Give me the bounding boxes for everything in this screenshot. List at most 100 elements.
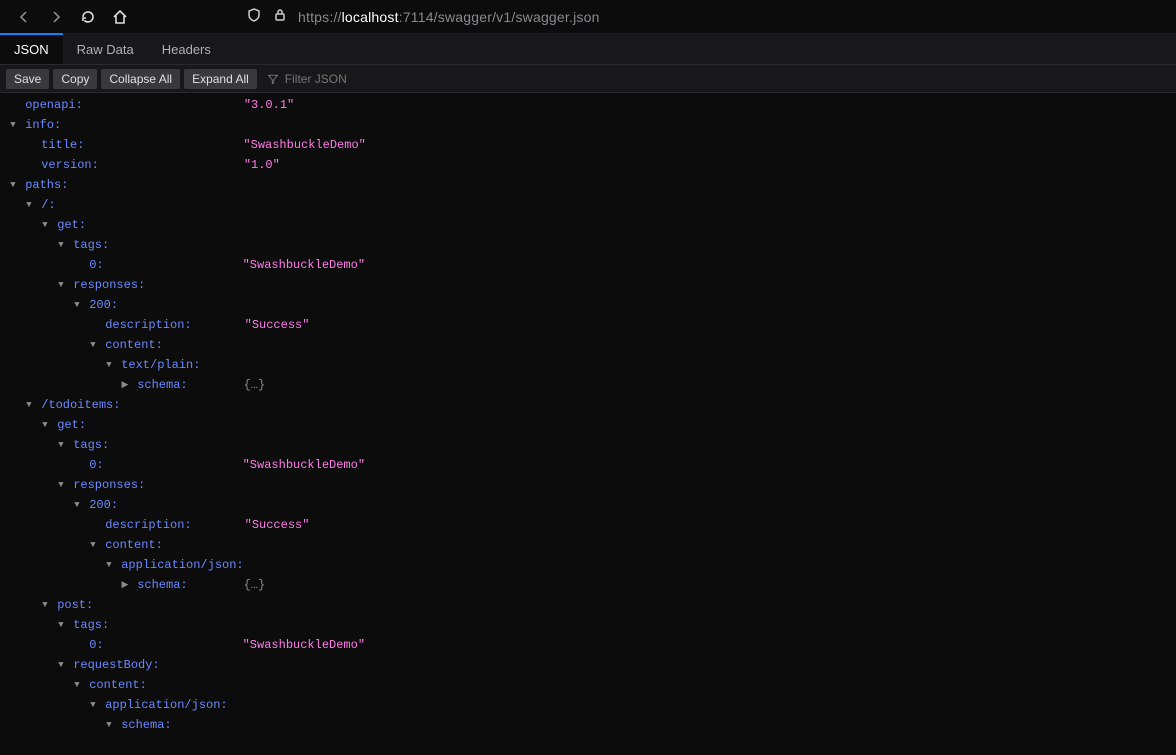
- colon: :: [92, 155, 99, 175]
- json-row[interactable]: ▼ application/json:: [0, 695, 1176, 715]
- collapse-all-button[interactable]: Collapse All: [101, 69, 180, 89]
- json-row[interactable]: ▶ schema:{…}: [0, 375, 1176, 395]
- json-row[interactable]: ▼ responses:: [0, 275, 1176, 295]
- json-row[interactable]: ▼ requestBody:: [0, 655, 1176, 675]
- json-row[interactable]: ▼ tags:: [0, 435, 1176, 455]
- colon: :: [140, 675, 147, 695]
- json-key: 0: [89, 255, 96, 275]
- json-row[interactable]: ▼ 200:: [0, 495, 1176, 515]
- colon: :: [54, 115, 61, 135]
- json-row[interactable]: ▼ content:: [0, 675, 1176, 695]
- chevron-down-icon[interactable]: ▼: [88, 535, 98, 555]
- json-row[interactable]: title:"SwashbuckleDemo": [0, 135, 1176, 155]
- json-row[interactable]: ▼ content:: [0, 535, 1176, 555]
- chevron-down-icon[interactable]: ▼: [56, 615, 66, 635]
- chevron-down-icon[interactable]: ▼: [56, 435, 66, 455]
- chevron-down-icon[interactable]: ▼: [104, 355, 114, 375]
- colon: :: [111, 495, 118, 515]
- colon: :: [152, 655, 159, 675]
- chevron-down-icon[interactable]: ▼: [104, 555, 114, 575]
- json-row[interactable]: ▶ schema:{…}: [0, 575, 1176, 595]
- json-row[interactable]: ▼ post:: [0, 595, 1176, 615]
- colon: :: [77, 135, 84, 155]
- json-value: {…}: [244, 575, 266, 595]
- chevron-down-icon[interactable]: ▼: [40, 215, 50, 235]
- forward-button[interactable]: [40, 3, 72, 31]
- lock-icon: [272, 7, 288, 26]
- save-button[interactable]: Save: [6, 69, 49, 89]
- json-key: application/json: [121, 555, 236, 575]
- json-key: 0: [89, 455, 96, 475]
- json-row[interactable]: ▼ tags:: [0, 615, 1176, 635]
- back-button[interactable]: [8, 3, 40, 31]
- chevron-down-icon[interactable]: ▼: [88, 335, 98, 355]
- json-key: schema: [137, 375, 180, 395]
- json-row[interactable]: ▼ responses:: [0, 475, 1176, 495]
- colon: :: [138, 275, 145, 295]
- chevron-down-icon[interactable]: ▼: [24, 195, 34, 215]
- json-row[interactable]: ▼ info:: [0, 115, 1176, 135]
- chevron-down-icon[interactable]: ▼: [24, 395, 34, 415]
- json-row[interactable]: description:"Success": [0, 315, 1176, 335]
- colon: :: [164, 715, 171, 735]
- chevron-down-icon[interactable]: ▼: [104, 715, 114, 735]
- chevron-down-icon[interactable]: ▼: [88, 695, 98, 715]
- chevron-down-icon[interactable]: ▼: [56, 475, 66, 495]
- json-row[interactable]: description:"Success": [0, 515, 1176, 535]
- chevron-down-icon[interactable]: ▼: [56, 235, 66, 255]
- json-key: 200: [89, 495, 111, 515]
- expand-all-button[interactable]: Expand All: [184, 69, 257, 89]
- tab-json[interactable]: JSON: [0, 33, 63, 64]
- json-row[interactable]: ▼ 200:: [0, 295, 1176, 315]
- chevron-down-icon[interactable]: ▼: [40, 415, 50, 435]
- json-row[interactable]: 0:"SwashbuckleDemo": [0, 455, 1176, 475]
- json-row[interactable]: ▼ tags:: [0, 235, 1176, 255]
- json-row[interactable]: ▼ get:: [0, 215, 1176, 235]
- json-key: version: [41, 155, 91, 175]
- chevron-down-icon[interactable]: ▼: [72, 295, 82, 315]
- colon: :: [86, 595, 93, 615]
- copy-button[interactable]: Copy: [53, 69, 97, 89]
- chevron-down-icon[interactable]: ▼: [56, 655, 66, 675]
- chevron-down-icon[interactable]: ▼: [56, 275, 66, 295]
- reload-button[interactable]: [72, 3, 104, 31]
- json-key: responses: [73, 475, 138, 495]
- tab-raw-data[interactable]: Raw Data: [63, 33, 148, 64]
- json-row[interactable]: ▼ application/json:: [0, 555, 1176, 575]
- json-key: 200: [89, 295, 111, 315]
- json-row[interactable]: 0:"SwashbuckleDemo": [0, 255, 1176, 275]
- json-row[interactable]: ▼ content:: [0, 335, 1176, 355]
- chevron-right-icon[interactable]: ▶: [120, 375, 130, 395]
- json-row[interactable]: 0:"SwashbuckleDemo": [0, 635, 1176, 655]
- chevron-down-icon[interactable]: ▼: [40, 595, 50, 615]
- json-value: "SwashbuckleDemo": [243, 255, 365, 275]
- chevron-down-icon[interactable]: ▼: [8, 175, 18, 195]
- json-row[interactable]: ▼ /:: [0, 195, 1176, 215]
- json-tree[interactable]: openapi:"3.0.1"▼ info: title:"Swashbuckl…: [0, 93, 1176, 755]
- chevron-right-icon[interactable]: ▶: [120, 575, 130, 595]
- json-row[interactable]: ▼ schema:: [0, 715, 1176, 735]
- json-key: responses: [73, 275, 138, 295]
- json-key: schema: [121, 715, 164, 735]
- chevron-down-icon[interactable]: ▼: [72, 495, 82, 515]
- url-host: localhost: [342, 9, 399, 25]
- json-row[interactable]: version:"1.0": [0, 155, 1176, 175]
- json-value: "Success": [245, 315, 310, 335]
- json-value: "SwashbuckleDemo": [243, 455, 365, 475]
- json-key: 0: [89, 635, 96, 655]
- json-row[interactable]: ▼ /todoitems:: [0, 395, 1176, 415]
- colon: :: [156, 535, 163, 555]
- chevron-down-icon[interactable]: ▼: [72, 675, 82, 695]
- colon: :: [236, 555, 243, 575]
- json-row[interactable]: ▼ text/plain:: [0, 355, 1176, 375]
- filter-input[interactable]: [285, 72, 445, 86]
- tab-headers[interactable]: Headers: [148, 33, 225, 64]
- json-value: "3.0.1": [244, 95, 294, 115]
- json-row[interactable]: ▼ paths:: [0, 175, 1176, 195]
- json-row[interactable]: ▼ get:: [0, 415, 1176, 435]
- chevron-down-icon[interactable]: ▼: [8, 115, 18, 135]
- home-button[interactable]: [104, 3, 136, 31]
- url-bar[interactable]: https://localhost:7114/swagger/v1/swagge…: [246, 3, 1168, 31]
- json-row[interactable]: openapi:"3.0.1": [0, 95, 1176, 115]
- json-key: title: [41, 135, 77, 155]
